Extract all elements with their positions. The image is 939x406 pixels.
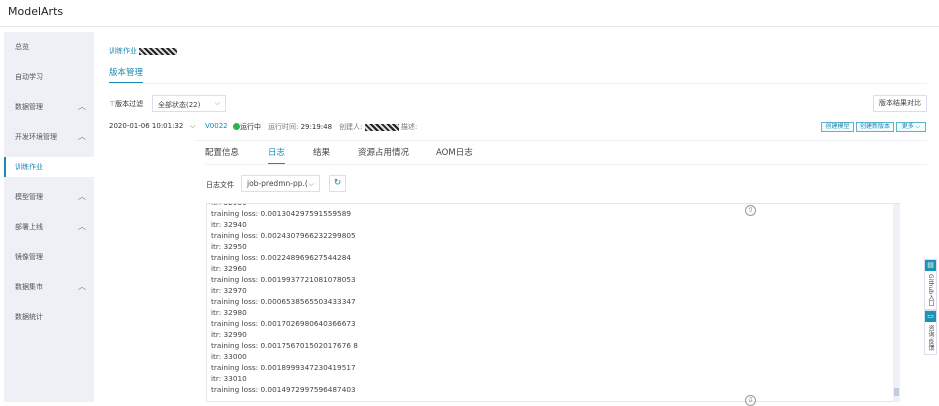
log-line: training loss: 0.0018999347230419517: [211, 363, 356, 372]
log-line: itr: 32960: [211, 264, 247, 273]
log-line: training loss: 0.001756701502017676 8: [211, 341, 358, 350]
sidebar-item-label: 数据集市: [15, 283, 43, 291]
version-filter: ⊤版本过滤: [109, 100, 144, 108]
log-line: itr: 33000: [211, 352, 247, 361]
scroll-bottom-icon[interactable]: ⇩: [745, 395, 756, 406]
log-line: itr: 32950: [211, 242, 247, 251]
log-line: training loss: 0.001304297591559589: [211, 209, 351, 218]
version-row: 2020-01-06 10:01:32 ⌵ V0022 运行中 运行时间: 29…: [109, 122, 418, 132]
sidebar-item-label: 训练作业: [15, 163, 43, 171]
tab-logs[interactable]: 日志: [268, 146, 286, 165]
log-scrollbar[interactable]: [893, 204, 900, 402]
chevron-down-icon: ⌵: [308, 179, 314, 188]
tab-version-management[interactable]: 版本管理: [109, 66, 144, 84]
sidebar: 总览自动学习数据管理 ︿ 开发环境管理 ︿ 训练作业模型管理 ︿ 部署上线 ︿ 镜像管理数据集市…: [4, 32, 94, 402]
create-version-button[interactable]: 创建新版本: [856, 122, 894, 132]
compare-versions-button[interactable]: 版本结果对比: [873, 95, 927, 112]
sidebar-item[interactable]: 开发环境管理 ︿: [4, 127, 94, 147]
github-icon: ▤: [925, 260, 936, 271]
job-name-redacted: [139, 47, 178, 55]
chevron-up-icon: ︿: [78, 282, 86, 291]
sidebar-item-label: 自动学习: [15, 73, 43, 81]
log-line: training loss: 0.002248969627544284: [211, 253, 351, 262]
tab-aom-logs[interactable]: AOM日志: [436, 146, 473, 158]
chevron-down-icon[interactable]: ⌵: [190, 122, 195, 131]
sidebar-item[interactable]: 模型管理 ︿: [4, 187, 94, 207]
log-line: itr: 32980: [211, 308, 247, 317]
sidebar-item[interactable]: 数据集市 ︿: [4, 277, 94, 297]
divider: [205, 164, 927, 165]
app-logo[interactable]: ModelArts: [8, 5, 63, 18]
sidebar-item[interactable]: 部署上线 ︿: [4, 217, 94, 237]
sidebar-item-label: 数据统计: [15, 313, 43, 321]
sidebar-item[interactable]: 数据管理 ︿: [4, 97, 94, 117]
sidebar-item-label: 总览: [15, 43, 29, 51]
log-viewer[interactable]: itr: 32930 training loss: 0.0013042975915…: [206, 203, 900, 402]
breadcrumb: 训练作业: [109, 46, 178, 56]
feedback-entry[interactable]: ▭ 咨询·反馈: [924, 310, 937, 355]
log-file-select[interactable]: job-predmn-pp.(⌵: [241, 175, 320, 192]
sidebar-item[interactable]: 自动学习: [4, 67, 94, 87]
divider: [195, 140, 927, 141]
log-line: itr: 32990: [211, 330, 247, 339]
log-line: training loss: 0.0024307966232299805: [211, 231, 356, 240]
log-line: itr: 32970: [211, 286, 247, 295]
chevron-up-icon: ︿: [78, 132, 86, 141]
tab-results[interactable]: 结果: [313, 146, 330, 158]
creator-redacted: [364, 123, 399, 131]
sidebar-item-label: 开发环境管理: [15, 133, 57, 141]
github-entry[interactable]: ▤ Github入口: [924, 259, 937, 311]
more-button[interactable]: 更多 ⌵: [896, 122, 926, 132]
sidebar-item-label: 镜像管理: [15, 253, 43, 261]
sidebar-item[interactable]: 总览: [4, 37, 94, 57]
log-line: itr: 33010: [211, 374, 247, 383]
top-header: ModelArts: [0, 0, 939, 27]
refresh-button[interactable]: ↻: [329, 175, 346, 192]
running-status: 运行中: [233, 122, 261, 132]
sidebar-item[interactable]: 数据统计: [4, 307, 94, 327]
feedback-icon: ▭: [925, 311, 936, 322]
scrollbar-thumb[interactable]: [894, 388, 899, 396]
log-line: training loss: 0.0017026980640366673: [211, 319, 356, 328]
sidebar-item-label: 数据管理: [15, 103, 43, 111]
breadcrumb-training-jobs[interactable]: 训练作业: [109, 47, 137, 55]
running-icon: [233, 123, 240, 130]
sidebar-item-label: 部署上线: [15, 223, 43, 231]
log-line: itr: 32940: [211, 220, 247, 229]
log-line: itr: 32930: [211, 204, 247, 207]
status-select[interactable]: 全部状态(22) ⌵: [152, 95, 226, 112]
chevron-up-icon: ︿: [78, 222, 86, 231]
refresh-icon: ↻: [333, 178, 342, 188]
version-id[interactable]: V0022: [205, 122, 228, 130]
create-model-button[interactable]: 创建模型: [821, 122, 854, 132]
tab-config[interactable]: 配置信息: [205, 146, 239, 158]
chevron-up-icon: ︿: [78, 102, 86, 111]
log-file-label: 日志文件: [206, 181, 234, 189]
log-line: training loss: 0.0014972997596487403: [211, 385, 356, 394]
sidebar-item[interactable]: 镜像管理: [4, 247, 94, 267]
log-line: training loss: 0.0019937721081078053: [211, 275, 356, 284]
scroll-top-icon[interactable]: ⇧: [745, 205, 756, 216]
sidebar-item[interactable]: 训练作业: [4, 157, 94, 177]
divider: [109, 83, 927, 84]
log-line: training loss: 0.0006538565503433347: [211, 297, 356, 306]
chevron-up-icon: ︿: [78, 192, 86, 201]
chevron-down-icon: ⌵: [214, 99, 220, 107]
sidebar-item-label: 模型管理: [15, 193, 43, 201]
tab-resources[interactable]: 资源占用情况: [358, 146, 409, 158]
